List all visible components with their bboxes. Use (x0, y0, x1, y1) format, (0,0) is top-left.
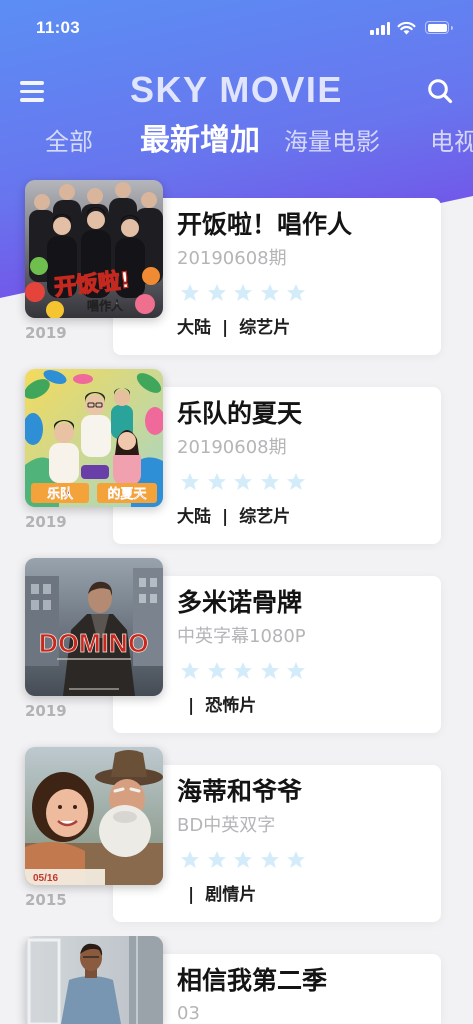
star-icon (234, 473, 252, 490)
movie-region: 大陆 (177, 318, 211, 338)
movie-tags: 大陆 | 综艺片 (177, 506, 290, 528)
star-icon (181, 662, 199, 679)
poster-art: 05/16 (25, 747, 163, 885)
star-icon (260, 851, 279, 868)
movie-episode: 20190608期 (177, 437, 287, 458)
star-icon (234, 662, 252, 679)
poster-title-text: 乐队 (47, 486, 74, 502)
movie-title: 乐队的夏天 (177, 399, 303, 428)
star-icon (287, 473, 305, 490)
movie-genre: 综艺片 (239, 507, 291, 527)
tab-latest[interactable]: 最新增加 (140, 124, 260, 158)
movie-card[interactable]: 相信我第二季 03 (0, 936, 473, 1024)
star-icon (207, 284, 226, 301)
star-icon (234, 851, 252, 868)
category-tabs: 全部 最新增加 海量电影 电视 (0, 120, 473, 164)
movie-card[interactable]: DOMINO 多米诺骨牌 中英字幕1080P | 恐怖片 2019 (0, 558, 473, 733)
wifi-icon (397, 21, 416, 35)
poster-image[interactable]: 乐队 的夏天 (25, 369, 163, 507)
movie-genre: 综艺片 (239, 318, 291, 338)
rating-stars (180, 472, 306, 492)
poster-art: 乐队 的夏天 (25, 369, 163, 507)
rating-stars (180, 283, 306, 303)
rating-stars (180, 850, 306, 870)
movie-episode: 20190608期 (177, 248, 287, 269)
movie-card[interactable]: 05/16 海蒂和爷爷 BD中英双字 | 剧情片 2015 (0, 747, 473, 922)
movie-tags: 大陆 | 综艺片 (177, 317, 290, 339)
search-icon[interactable] (427, 78, 453, 104)
status-time: 11:03 (36, 18, 81, 37)
app-screen: 11:03 SKY MOVIE 全部 最新增加 海量电影 电视 开饭啦! 唱作人… (0, 0, 473, 1024)
star-icon (207, 473, 226, 490)
poster-title-text: DOMINO (39, 628, 149, 658)
movie-episode: 03 (177, 1004, 200, 1024)
movie-tags: | 剧情片 (177, 884, 256, 906)
movie-title: 相信我第二季 (177, 966, 328, 995)
signal-icon (370, 22, 391, 35)
poster-subtitle-text: 唱作人 (87, 298, 124, 313)
battery-icon (425, 21, 453, 34)
movie-genre: 恐怖片 (205, 696, 257, 716)
star-icon (207, 662, 226, 679)
movie-quality: BD中英双字 (177, 815, 276, 836)
poster-image[interactable]: DOMINO (25, 558, 163, 696)
star-icon (287, 284, 305, 301)
movie-year: 2015 (25, 891, 67, 909)
poster-art: DOMINO (25, 558, 163, 696)
tab-tv[interactable]: 电视 (430, 128, 473, 156)
poster-art (25, 936, 163, 1024)
app-title: SKY MOVIE (130, 69, 343, 110)
movie-quality: 中英字幕1080P (177, 626, 306, 647)
movie-title: 多米诺骨牌 (177, 588, 303, 617)
tag-separator: | (188, 696, 195, 716)
movie-genre: 剧情片 (205, 885, 257, 905)
movie-year: 2019 (25, 324, 67, 342)
poster-image[interactable]: 开饭啦! 唱作人 (25, 180, 163, 318)
tag-separator: | (222, 507, 229, 527)
poster-image[interactable] (25, 936, 163, 1024)
movie-year: 2019 (25, 513, 67, 531)
poster-image[interactable]: 05/16 (25, 747, 163, 885)
movie-card[interactable]: 乐队 的夏天 乐队的夏天 20190608期 大陆 | 综艺片 2019 (0, 369, 473, 544)
movie-title: 开饭啦！唱作人 (177, 210, 353, 239)
star-icon (287, 662, 305, 679)
star-icon (181, 851, 199, 868)
star-icon (234, 284, 252, 301)
tab-movies[interactable]: 海量电影 (284, 128, 380, 156)
star-icon (181, 284, 199, 301)
movie-region: 大陆 (177, 507, 211, 527)
tag-separator: | (188, 885, 195, 905)
star-icon (260, 284, 279, 301)
star-icon (287, 851, 305, 868)
tag-separator: | (222, 318, 229, 338)
movie-year: 2019 (25, 702, 67, 720)
rating-stars (180, 661, 306, 681)
poster-date-text: 05/16 (33, 873, 58, 884)
movie-tags: | 恐怖片 (177, 695, 256, 717)
poster-title-text: 的夏天 (107, 486, 147, 502)
star-icon (260, 662, 279, 679)
star-icon (207, 851, 226, 868)
tab-all[interactable]: 全部 (45, 128, 93, 156)
star-icon (260, 473, 279, 490)
poster-art: 开饭啦! 唱作人 (25, 180, 163, 318)
star-icon (181, 473, 199, 490)
movie-card[interactable]: 开饭啦! 唱作人 开饭啦！唱作人 20190608期 大陆 | 综艺片 2019 (0, 180, 473, 355)
movie-title: 海蒂和爷爷 (177, 777, 303, 806)
